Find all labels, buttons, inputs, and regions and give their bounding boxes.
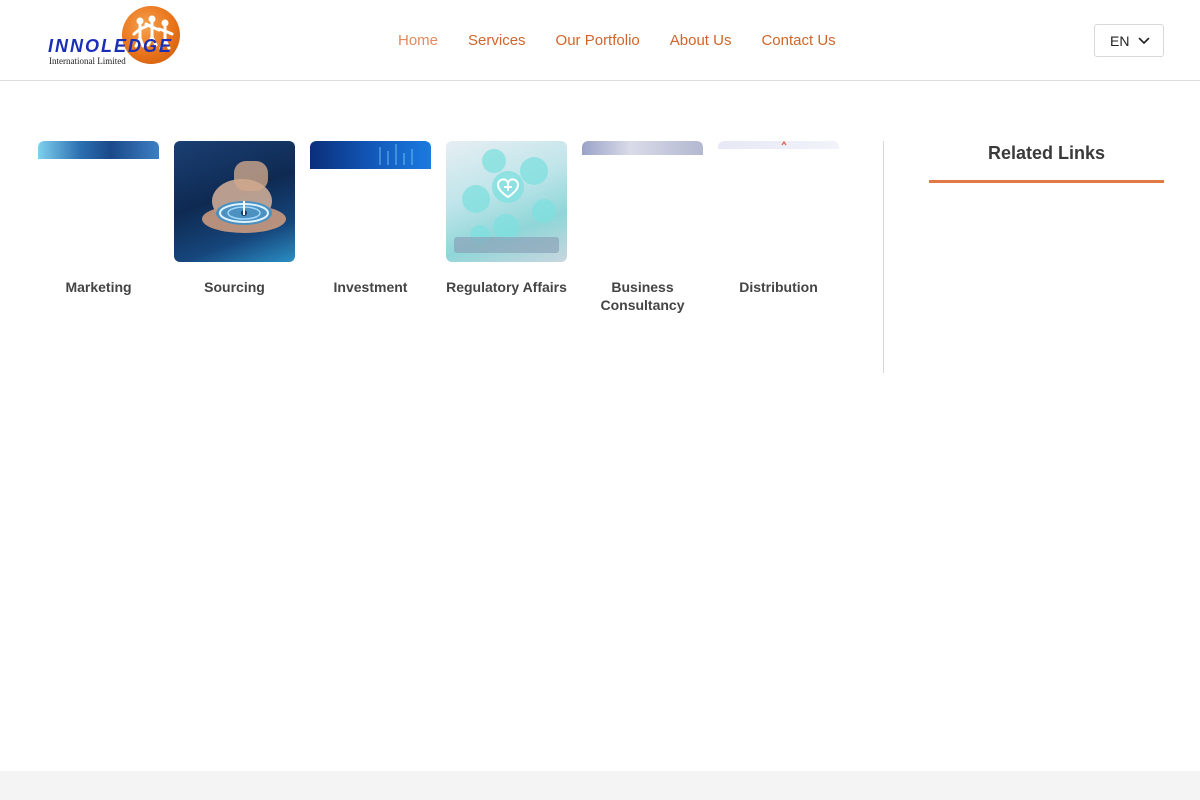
service-card-business-consultancy[interactable]: Business Consultancy (582, 141, 703, 314)
medical-icons-illustration (454, 149, 559, 253)
service-card-distribution[interactable]: Distribution (718, 141, 839, 314)
related-links-underline (929, 180, 1164, 183)
company-logo[interactable]: INNOLEDGE International Limited (46, 6, 186, 68)
nav-contact-us[interactable]: Contact Us (761, 31, 835, 51)
related-links-panel: Related Links (929, 141, 1164, 183)
service-image-investment (310, 141, 431, 262)
nav-our-portfolio[interactable]: Our Portfolio (556, 31, 640, 51)
service-card-marketing[interactable]: Marketing (38, 141, 159, 314)
service-label: Marketing (65, 279, 132, 295)
language-value: EN (1110, 32, 1130, 49)
service-image-regulatory-affairs (446, 141, 567, 262)
content-divider (883, 141, 884, 373)
service-image-distribution (718, 141, 839, 262)
pin-decoration (781, 141, 787, 146)
site-header: INNOLEDGE International Limited Home Ser… (0, 0, 1200, 81)
nav-services[interactable]: Services (468, 31, 526, 51)
service-label: Distribution (739, 279, 818, 295)
nav-about-us[interactable]: About Us (670, 31, 732, 51)
service-label: Sourcing (204, 279, 265, 295)
chevron-down-icon (1139, 37, 1150, 44)
service-card-sourcing[interactable]: Sourcing (174, 141, 295, 314)
related-links-title: Related Links (987, 143, 1106, 163)
logo-wordmark: INNOLEDGE (48, 36, 174, 56)
service-card-investment[interactable]: Investment (310, 141, 431, 314)
nav-home[interactable]: Home (398, 31, 438, 51)
chart-lines-decoration (379, 144, 413, 165)
compass-hand-illustration (202, 161, 286, 233)
main-nav: Home Services Our Portfolio About Us Con… (398, 31, 836, 51)
service-image-sourcing (174, 141, 295, 262)
service-label: Regulatory Affairs (446, 279, 567, 295)
service-image-business-consultancy (582, 141, 703, 262)
logo-subtitle: International Limited (49, 56, 126, 66)
service-image-marketing (38, 141, 159, 262)
service-label: Investment (333, 279, 408, 295)
service-label: Business Consultancy (600, 279, 685, 313)
services-grid: Marketing Sourcing Investment Regulatory… (38, 141, 839, 314)
language-selector[interactable]: EN (1094, 24, 1164, 57)
service-card-regulatory-affairs[interactable]: Regulatory Affairs (446, 141, 567, 314)
page-footer (0, 771, 1200, 800)
